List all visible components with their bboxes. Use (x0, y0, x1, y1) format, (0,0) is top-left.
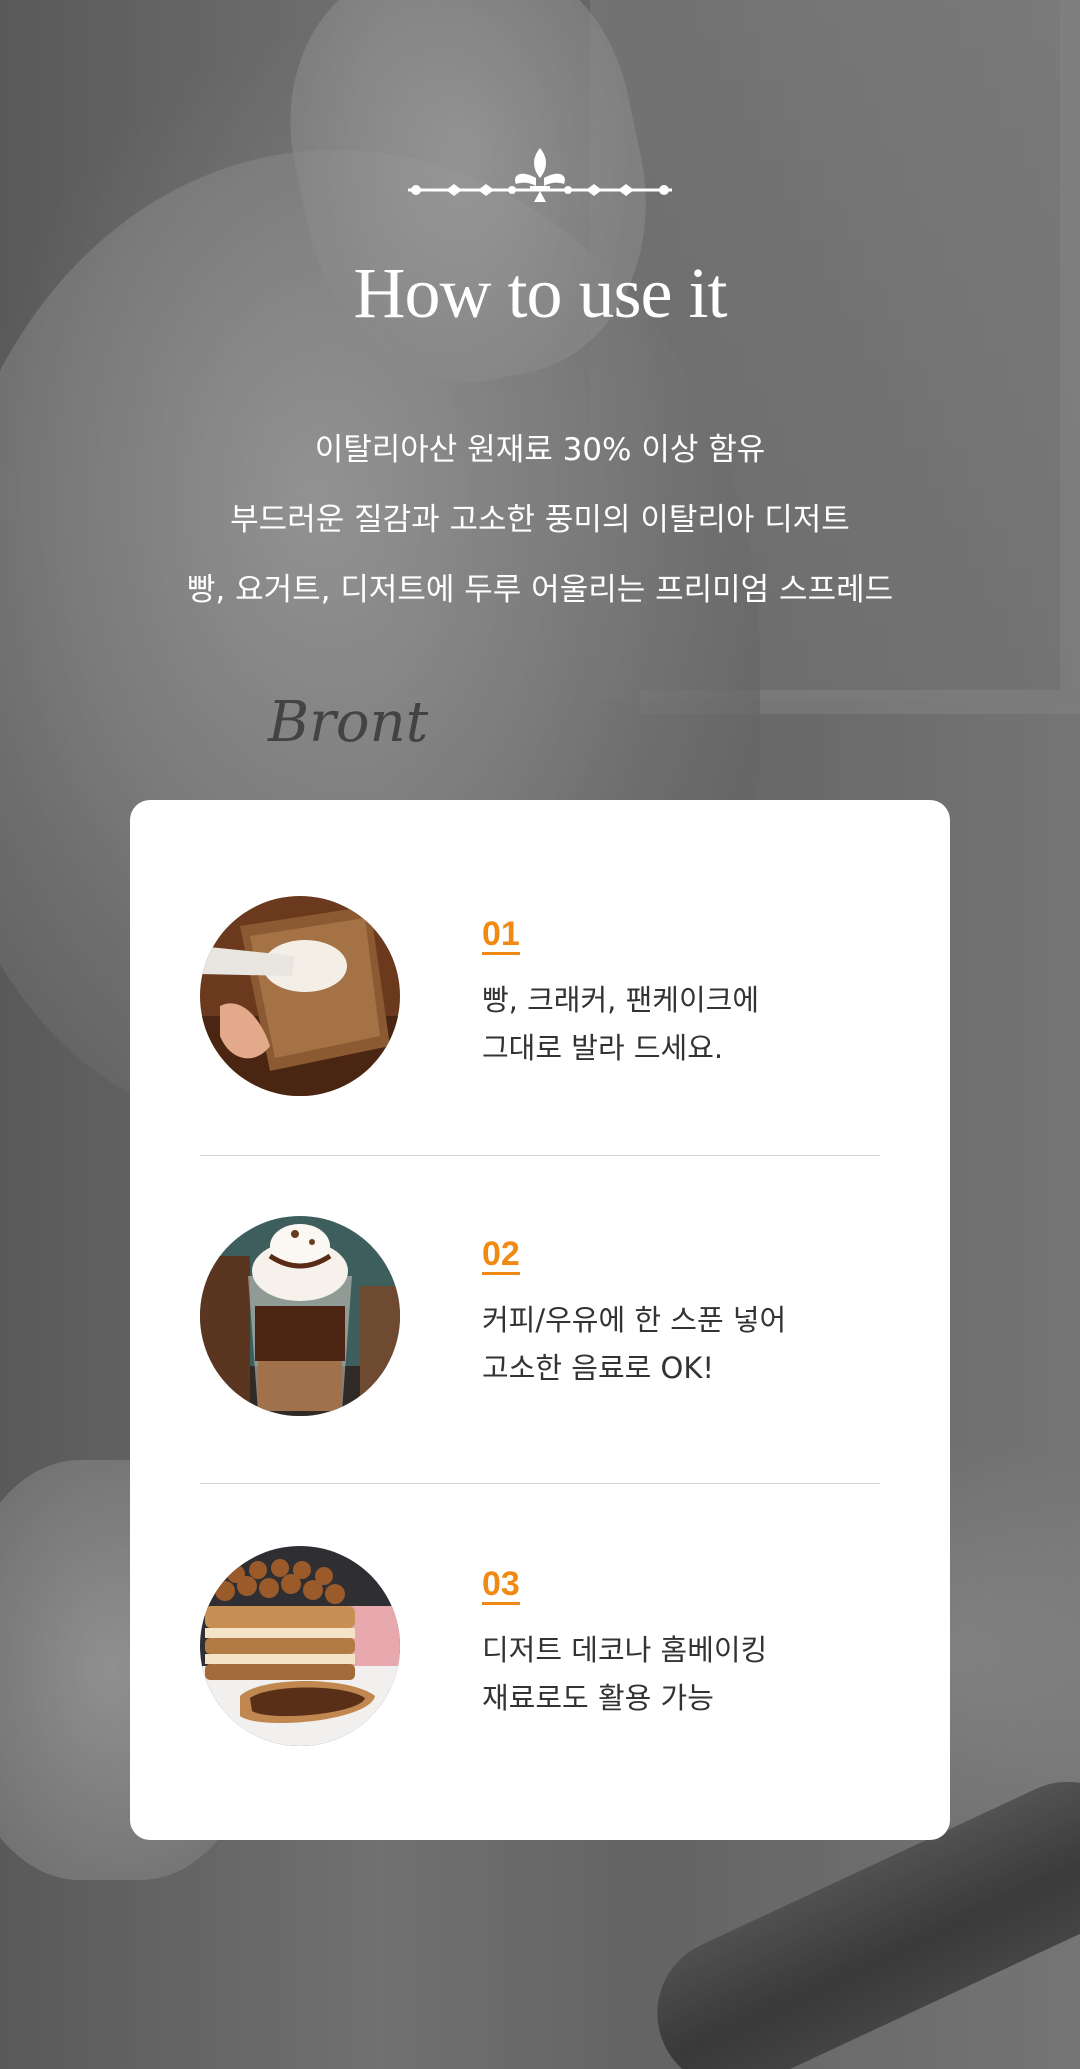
apron-logo: Bront (268, 690, 429, 755)
step-description: 빵, 크래커, 팬케이크에 그대로 발라 드세요. (482, 983, 759, 1065)
divider (200, 1483, 880, 1484)
step-description: 디저트 데코나 홈베이킹 재료로도 활용 가능 (482, 1633, 768, 1715)
page-title: How to use it (353, 253, 728, 333)
step-number: 02 (482, 1235, 520, 1275)
step-number: 01 (482, 915, 520, 955)
fleur-de-lis-ornament-icon (408, 148, 672, 202)
divider (200, 1155, 880, 1156)
intro-line-3: 빵, 요거트, 디저트에 두루 어울리는 프리미엄 스프레드 (186, 572, 894, 608)
intro-text: 이탈리아산 원재료 30% 이상 함유 부드러운 질감과 고소한 풍미의 이탈리… (0, 426, 1080, 636)
step-number: 03 (482, 1565, 520, 1605)
chocolate-drink-icon (200, 1216, 400, 1416)
step-item-1: 01 빵, 크래커, 팬케이크에 그대로 발라 드세요. (200, 896, 880, 1096)
step-description: 커피/우유에 한 스푼 넣어 고소한 음료로 OK! (482, 1303, 787, 1385)
usage-card: 01 빵, 크래커, 팬케이크에 그대로 발라 드세요. 02 커피/우유에 한… (130, 800, 950, 1840)
hazelnut-toast-icon (200, 1546, 400, 1746)
intro-line-2: 부드러운 질감과 고소한 풍미의 이탈리아 디저트 (230, 502, 850, 538)
step-item-2: 02 커피/우유에 한 스푼 넣어 고소한 음료로 OK! (200, 1216, 880, 1416)
bread-spread-icon (200, 896, 400, 1096)
step-item-3: 03 디저트 데코나 홈베이킹 재료로도 활용 가능 (200, 1546, 880, 1746)
intro-line-1: 이탈리아산 원재료 30% 이상 함유 (314, 432, 766, 468)
